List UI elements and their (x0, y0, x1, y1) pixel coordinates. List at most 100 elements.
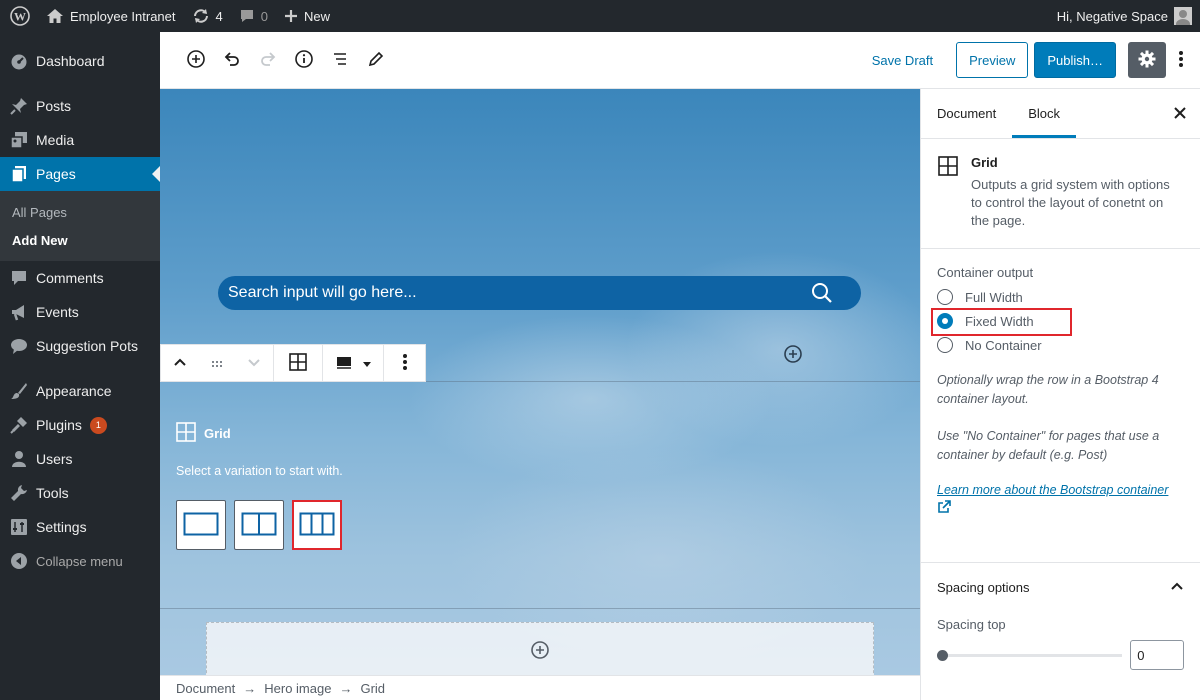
block-options-button[interactable] (384, 345, 425, 381)
block-boundary-bottom (160, 608, 920, 609)
move-down-button[interactable] (235, 345, 273, 381)
breadcrumb-grid[interactable]: Grid (360, 681, 385, 696)
sidebar-item-comments[interactable]: Comments (0, 261, 160, 295)
spacing-top-label: Spacing top (937, 617, 1006, 632)
undo-button[interactable] (214, 42, 250, 78)
hero-search-input[interactable]: Search input will go here... (218, 276, 861, 310)
list-icon (330, 49, 350, 72)
add-block-icon (186, 49, 206, 72)
sidebar-item-events[interactable]: Events (0, 295, 160, 329)
info-icon (294, 49, 314, 72)
sidebar-item-posts[interactable]: Posts (0, 89, 160, 123)
comments-link[interactable]: 0 (231, 0, 276, 32)
avatar[interactable] (1174, 7, 1192, 25)
no-container-help-text: Use "No Container" for pages that use a … (937, 429, 1160, 462)
drag-handle-icon (211, 356, 223, 371)
breadcrumb-hero-image[interactable]: Hero image (264, 681, 331, 696)
sidebar-item-users[interactable]: Users (0, 442, 160, 476)
edit-mode-button[interactable] (358, 42, 394, 78)
submenu-all-pages[interactable]: All Pages (0, 198, 160, 226)
sidebar-item-pages[interactable]: Pages (0, 157, 160, 191)
option-fixed-width[interactable]: Fixed Width (931, 308, 1184, 336)
radio-no-container[interactable] (937, 337, 953, 353)
pin-icon (9, 96, 29, 116)
block-navigation-button[interactable] (322, 42, 358, 78)
new-content-link[interactable]: New (276, 0, 338, 32)
sidebar-item-label: Pages (36, 166, 76, 182)
option-full-width[interactable]: Full Width (937, 285, 1184, 309)
collapse-menu-button[interactable]: Collapse menu (0, 544, 160, 578)
kebab-menu-icon (402, 352, 408, 375)
move-up-button[interactable] (161, 345, 199, 381)
external-link-icon[interactable] (937, 500, 1184, 517)
sidebar-item-plugins[interactable]: Plugins 1 (0, 408, 160, 442)
spacing-top-input[interactable]: 0 (1130, 640, 1184, 670)
block-card-description: Outputs a grid system with options to co… (971, 177, 1170, 228)
option-no-container[interactable]: No Container (937, 333, 1184, 357)
sidebar-item-label: Dashboard (36, 53, 105, 69)
chevron-down-icon (247, 355, 261, 372)
editor-header: Save Draft Preview Publish… (160, 32, 1200, 89)
spacing-options-panel: Spacing options Spacing top 0 (921, 563, 1200, 670)
block-switcher-button[interactable] (274, 345, 322, 381)
grid-title-text: Grid (204, 426, 231, 441)
grid-placeholder: Grid Select a variation to start with. (176, 422, 343, 550)
inline-add-block-button[interactable] (783, 344, 803, 367)
tab-block[interactable]: Block (1012, 89, 1077, 138)
sidebar-item-media[interactable]: Media (0, 123, 160, 157)
collapse-label: Collapse menu (36, 553, 123, 569)
align-full-icon (335, 354, 353, 373)
bootstrap-container-link[interactable]: Learn more about the Bootstrap container (937, 483, 1184, 497)
undo-icon (222, 49, 242, 72)
content-info-button[interactable] (286, 42, 322, 78)
breadcrumb-separator: → (339, 680, 353, 696)
media-icon (9, 130, 29, 150)
chat-icon (9, 336, 29, 356)
add-block-button[interactable] (178, 42, 214, 78)
new-label: New (303, 8, 330, 24)
site-name-link[interactable]: Employee Intranet (38, 0, 184, 32)
redo-button[interactable] (250, 42, 286, 78)
submenu-add-new[interactable]: Add New (0, 226, 160, 254)
more-tools-button[interactable] (1168, 42, 1194, 78)
sidebar-item-settings[interactable]: Settings (0, 510, 160, 544)
user-greeting[interactable]: Hi, Negative Space (1057, 9, 1168, 24)
comment-icon (9, 268, 29, 288)
sidebar-item-dashboard[interactable]: Dashboard (0, 44, 160, 78)
settings-icon (9, 517, 29, 537)
sidebar-item-label: Suggestion Pots (36, 338, 138, 354)
variation-three-columns[interactable] (292, 500, 342, 550)
alignment-dropdown[interactable] (323, 345, 383, 381)
settings-toggle-button[interactable] (1128, 42, 1166, 78)
breadcrumb-document[interactable]: Document (176, 681, 235, 696)
sidebar-item-tools[interactable]: Tools (0, 476, 160, 510)
grid-icon (288, 352, 308, 375)
publish-button[interactable]: Publish… (1034, 42, 1116, 78)
wordpress-logo-icon[interactable]: W (0, 0, 38, 32)
drag-handle[interactable] (199, 345, 235, 381)
save-draft-button[interactable]: Save Draft (872, 53, 933, 68)
option-label: Fixed Width (965, 313, 1034, 329)
block-toolbar (160, 344, 426, 382)
sidebar-item-label: Users (36, 451, 73, 467)
option-label: Full Width (965, 289, 1023, 305)
spacing-top-slider[interactable] (937, 649, 1123, 661)
sidebar-item-suggestion-pots[interactable]: Suggestion Pots (0, 329, 160, 363)
sidebar-item-appearance[interactable]: Appearance (0, 374, 160, 408)
close-icon[interactable] (1172, 105, 1188, 124)
pages-icon (9, 164, 29, 184)
spacing-options-toggle[interactable]: Spacing options (937, 563, 1184, 611)
brush-icon (9, 381, 29, 401)
variation-two-columns[interactable] (234, 500, 284, 550)
preview-button[interactable]: Preview (956, 42, 1029, 78)
radio-full-width[interactable] (937, 289, 953, 305)
radio-fixed-width[interactable] (937, 313, 953, 329)
tab-document[interactable]: Document (921, 89, 1012, 138)
updates-link[interactable]: 4 (184, 0, 231, 32)
block-appender[interactable] (206, 622, 874, 675)
slider-thumb[interactable] (937, 649, 948, 661)
site-name: Employee Intranet (70, 8, 176, 24)
editor-canvas: Search input will go here... Grid Select… (160, 89, 920, 675)
variation-one-column[interactable] (176, 500, 226, 550)
link-text: Learn more about the Bootstrap container (937, 483, 1169, 497)
